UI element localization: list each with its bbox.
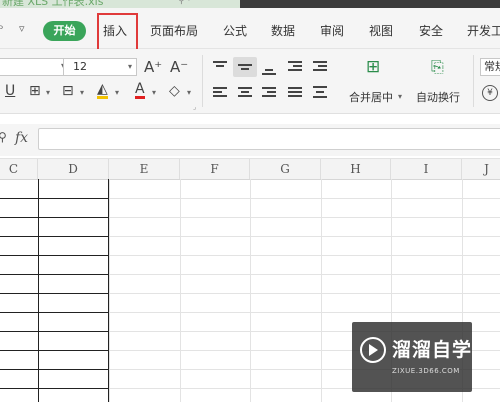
chevron-down-icon[interactable]: ▾ xyxy=(80,88,84,97)
align-center-icon[interactable] xyxy=(238,87,252,99)
chevron-down-icon[interactable]: ▿ xyxy=(19,22,25,35)
chevron-down-icon[interactable]: ▾ xyxy=(398,92,402,101)
auto-wrap-button[interactable]: 自动换行 xyxy=(416,89,460,105)
tab-formulas[interactable]: 公式 xyxy=(223,22,247,39)
number-format-value: 常规 xyxy=(484,60,500,73)
column-header-e[interactable]: E xyxy=(109,159,180,179)
divider xyxy=(202,55,203,107)
align-bottom-icon[interactable] xyxy=(262,63,276,75)
title-bar: 新建 XLS 工作表.xls ⚲ · xyxy=(0,0,500,8)
column-header-g[interactable]: G xyxy=(250,159,321,179)
fill-color-icon[interactable]: ◭ xyxy=(97,82,108,99)
tab-page-layout[interactable]: 页面布局 xyxy=(150,22,198,39)
fx-button[interactable]: fx xyxy=(15,130,28,146)
cell-style-icon[interactable]: ⊟ xyxy=(62,83,74,99)
tab-security[interactable]: 安全 xyxy=(419,22,443,39)
currency-button[interactable]: ¥ xyxy=(482,85,498,101)
align-right-icon[interactable] xyxy=(262,87,276,99)
merge-center-button[interactable]: 合并居中 xyxy=(349,89,393,105)
ribbon-toolbar: ▾ 12 ▾ A⁺ A⁻ U ⊞ ▾ ⊟ ▾ ◭ ▾ A ▾ ◇ ▾ ⌟ xyxy=(0,49,500,114)
border-icon[interactable]: ⊞ xyxy=(29,83,41,99)
divider xyxy=(473,55,474,107)
tab-review[interactable]: 审阅 xyxy=(320,22,344,39)
column-header-i[interactable]: I xyxy=(391,159,462,179)
wrap-text-icon[interactable]: ⎘ xyxy=(431,59,444,75)
column-header-f[interactable]: F xyxy=(180,159,250,179)
zoom-icon[interactable]: ⚲ xyxy=(0,130,7,144)
formula-input[interactable] xyxy=(38,128,500,150)
column-header-j[interactable]: J xyxy=(462,159,500,179)
play-icon xyxy=(369,344,378,356)
column-header-h[interactable]: H xyxy=(321,159,391,179)
watermark: 溜溜自学 ZIXUE.3D66.COM xyxy=(352,322,472,392)
align-middle-icon xyxy=(238,62,252,74)
tab-start[interactable]: 开始 xyxy=(43,21,86,41)
justify-icon[interactable] xyxy=(288,87,302,99)
align-left-icon[interactable] xyxy=(213,87,227,99)
align-top-icon[interactable] xyxy=(213,61,227,73)
increase-indent-icon[interactable] xyxy=(313,61,327,73)
menu-bar: ᵓ ▿ 开始 插入 页面布局 公式 数据 审阅 视图 安全 开发工 xyxy=(0,8,500,61)
pin-icon[interactable]: ⚲ · xyxy=(178,0,190,6)
chevron-down-icon: ▾ xyxy=(127,62,132,71)
font-color-button[interactable]: A xyxy=(135,82,145,99)
chevron-down-icon[interactable]: ▾ xyxy=(115,88,119,97)
formula-bar: ⚲ fx xyxy=(0,124,500,156)
chevron-down-icon[interactable]: ▾ xyxy=(152,88,156,97)
chevron-down-icon[interactable]: ▾ xyxy=(46,88,50,97)
tab-insert[interactable]: 插入 xyxy=(103,22,127,39)
underline-button[interactable]: U xyxy=(5,83,15,99)
decrease-indent-icon[interactable] xyxy=(288,61,302,73)
number-format-select[interactable]: 常规 xyxy=(480,58,500,76)
column-headers: C D E F G H I J xyxy=(0,158,500,180)
decrease-font-button[interactable]: A⁻ xyxy=(170,59,188,75)
tab-view[interactable]: 视图 xyxy=(369,22,393,39)
column-header-c[interactable]: C xyxy=(0,159,38,179)
chevron-down-icon[interactable]: ▾ xyxy=(187,88,191,97)
eraser-icon[interactable]: ◇ xyxy=(169,83,180,99)
menu-left-icon[interactable]: ᵓ xyxy=(0,22,3,36)
font-name-select[interactable]: ▾ xyxy=(0,58,70,76)
font-dialog-launcher-icon[interactable]: ⌟ xyxy=(193,103,196,111)
document-title: 新建 XLS 工作表.xls xyxy=(2,0,104,8)
merge-center-icon[interactable]: ⊞ xyxy=(366,59,380,76)
font-size-value: 12 xyxy=(73,60,87,73)
window-tab-strip xyxy=(240,0,500,8)
tab-data[interactable]: 数据 xyxy=(271,22,295,39)
watermark-url: ZIXUE.3D66.COM xyxy=(392,367,460,375)
watermark-brand: 溜溜自学 xyxy=(392,339,473,361)
distributed-align-icon[interactable] xyxy=(313,86,327,98)
column-header-d[interactable]: D xyxy=(38,159,109,179)
font-size-select[interactable]: 12 ▾ xyxy=(63,58,137,76)
increase-font-button[interactable]: A⁺ xyxy=(144,59,162,75)
tab-developer[interactable]: 开发工 xyxy=(467,22,500,39)
